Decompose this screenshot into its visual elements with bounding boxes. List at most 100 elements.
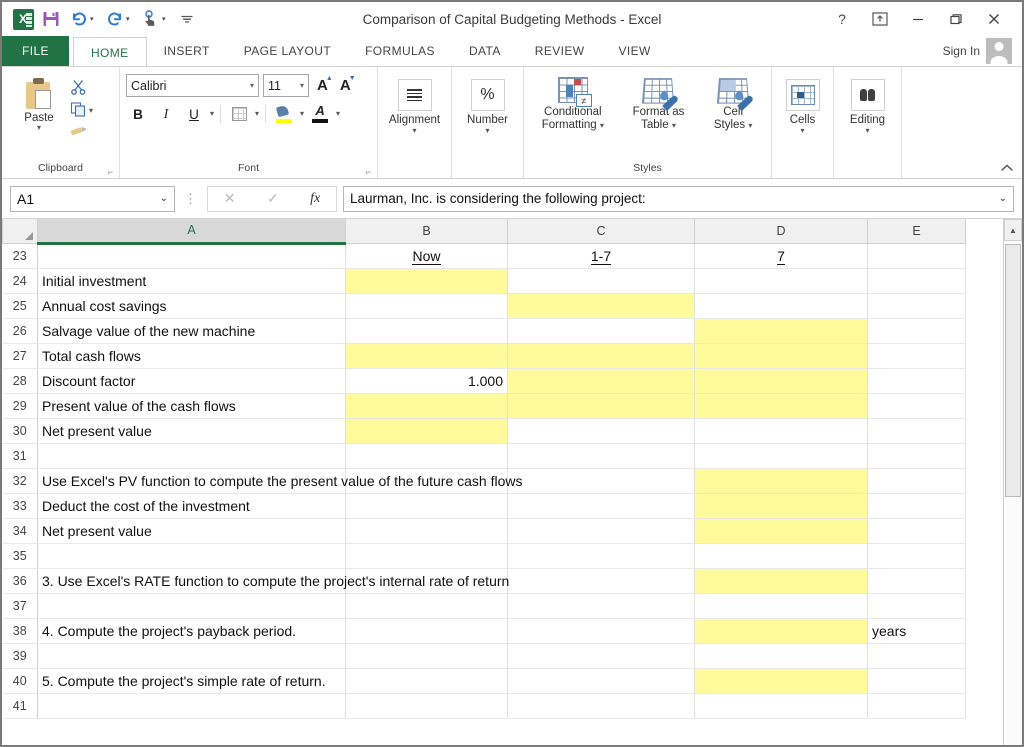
cell-B23[interactable]: Now	[345, 243, 508, 269]
cell-C30[interactable]	[507, 418, 695, 444]
cell-A28[interactable]: Discount factor	[37, 368, 346, 394]
underline-button[interactable]: U	[182, 103, 206, 125]
row-header-27[interactable]: 27	[2, 343, 38, 369]
cell-D24[interactable]	[694, 268, 868, 294]
cell-C40[interactable]	[507, 668, 695, 694]
cell-B31[interactable]	[345, 443, 508, 469]
italic-button[interactable]: I	[154, 103, 178, 125]
customize-quick-access-toolbar-icon[interactable]	[174, 6, 200, 32]
cell-A38[interactable]: 4. Compute the project's payback period.	[37, 618, 346, 644]
conditional-formatting-button[interactable]: ≠ Conditional Formatting ▾	[531, 73, 615, 132]
fill-color-button[interactable]	[272, 103, 296, 125]
touch-mode-dropdown-icon[interactable]: ▾	[162, 15, 172, 23]
cell-C39[interactable]	[507, 643, 695, 669]
row-header-25[interactable]: 25	[2, 293, 38, 319]
cell-E34[interactable]	[867, 518, 966, 544]
cell-A26[interactable]: Salvage value of the new machine	[37, 318, 346, 344]
format-painter-button[interactable]	[70, 123, 89, 142]
cell-E40[interactable]	[867, 668, 966, 694]
cell-D31[interactable]	[694, 443, 868, 469]
number-dropdown-icon[interactable]: ▾	[485, 127, 489, 135]
cell-B34[interactable]	[345, 518, 508, 544]
row-header-24[interactable]: 24	[2, 268, 38, 294]
cell-D38[interactable]	[694, 618, 868, 644]
copy-button[interactable]: ▾	[70, 101, 93, 120]
undo-icon[interactable]	[66, 6, 92, 32]
cell-A33[interactable]: Deduct the cost of the investment	[37, 493, 346, 519]
tab-formulas[interactable]: FORMULAS	[348, 36, 452, 66]
tab-file[interactable]: FILE	[2, 36, 69, 66]
ribbon-display-options-icon[interactable]	[862, 4, 898, 34]
minimize-button[interactable]	[900, 4, 936, 34]
cell-A27[interactable]: Total cash flows	[37, 343, 346, 369]
cell-styles-dropdown-icon[interactable]: ▾	[748, 121, 752, 130]
cell-A40[interactable]: 5. Compute the project's simple rate of …	[37, 668, 346, 694]
scroll-up-button[interactable]: ▲	[1004, 219, 1022, 241]
enter-icon[interactable]: ✓	[267, 190, 279, 207]
name-box-dropdown-icon[interactable]: ⌄	[160, 193, 168, 204]
column-header-c[interactable]: C	[507, 219, 695, 244]
redo-icon[interactable]	[102, 6, 128, 32]
cell-D27[interactable]	[694, 342, 868, 369]
cell-B24[interactable]	[345, 268, 508, 294]
cell-E37[interactable]	[867, 593, 966, 619]
cell-B29[interactable]	[345, 392, 508, 419]
font-color-dropdown-icon[interactable]: ▾	[336, 110, 340, 118]
row-header-30[interactable]: 30	[2, 418, 38, 444]
cell-B39[interactable]	[345, 643, 508, 669]
worksheet-grid[interactable]: A B C D E 23 Now 1-7 7 24 Initial investment 2…	[2, 219, 1003, 745]
bold-button[interactable]: B	[126, 103, 150, 125]
expand-formula-bar-icon[interactable]: ⌄	[999, 193, 1007, 204]
cell-E25[interactable]	[867, 293, 966, 319]
touch-mouse-mode-icon[interactable]	[138, 6, 164, 32]
sign-in-area[interactable]: Sign In	[943, 36, 1022, 66]
cell-D33[interactable]	[694, 493, 868, 519]
cell-E31[interactable]	[867, 443, 966, 469]
row-header-41[interactable]: 41	[2, 693, 38, 719]
select-all-corner[interactable]	[2, 219, 38, 244]
tab-insert[interactable]: INSERT	[147, 36, 227, 66]
cell-D34[interactable]	[694, 518, 868, 544]
number-button[interactable]: % Number ▾	[458, 73, 517, 135]
cell-C41[interactable]	[507, 693, 695, 719]
cell-E39[interactable]	[867, 643, 966, 669]
cells-dropdown-icon[interactable]: ▾	[800, 127, 804, 135]
restore-button[interactable]	[938, 4, 974, 34]
cell-C28[interactable]	[507, 368, 695, 394]
avatar[interactable]	[986, 38, 1012, 64]
column-header-e[interactable]: E	[867, 219, 966, 244]
font-size-input[interactable]: 11 ▾	[263, 74, 309, 97]
cell-E27[interactable]	[867, 343, 966, 369]
formula-input[interactable]: Laurman, Inc. is considering the followi…	[343, 185, 1014, 212]
tab-page-layout[interactable]: PAGE LAYOUT	[227, 36, 348, 66]
cell-E23[interactable]	[867, 243, 966, 269]
cell-A37[interactable]	[37, 593, 346, 619]
cell-B30[interactable]	[345, 418, 508, 444]
cell-D36[interactable]	[694, 568, 868, 594]
cell-E26[interactable]	[867, 318, 966, 344]
cell-A41[interactable]	[37, 693, 346, 719]
cell-E32[interactable]	[867, 468, 966, 494]
row-header-40[interactable]: 40	[2, 668, 38, 694]
cell-D30[interactable]	[694, 418, 868, 444]
cell-D28[interactable]	[694, 368, 868, 394]
cell-C29[interactable]	[507, 392, 695, 419]
format-as-table-button[interactable]: Format as Table ▾	[616, 73, 700, 132]
conditional-formatting-dropdown-icon[interactable]: ▾	[600, 121, 604, 130]
cell-B35[interactable]	[345, 543, 508, 569]
cell-A36[interactable]: 3. Use Excel's RATE function to compute …	[37, 568, 509, 594]
font-color-button[interactable]: A	[308, 103, 332, 125]
copy-dropdown-icon[interactable]: ▾	[89, 106, 93, 115]
cell-A30[interactable]: Net present value	[37, 418, 346, 444]
column-header-b[interactable]: B	[345, 219, 508, 244]
row-header-33[interactable]: 33	[2, 493, 38, 519]
cell-E36[interactable]	[867, 568, 966, 594]
cell-E29[interactable]	[867, 393, 966, 419]
insert-function-icon[interactable]: fx	[310, 191, 320, 207]
font-name-dropdown-icon[interactable]: ▾	[250, 81, 254, 90]
borders-dropdown-icon[interactable]: ▾	[255, 110, 259, 118]
cell-E35[interactable]	[867, 543, 966, 569]
cut-button[interactable]	[70, 79, 87, 98]
cell-styles-button[interactable]: Cell Styles ▾	[702, 73, 764, 132]
cell-C27[interactable]	[507, 342, 695, 369]
